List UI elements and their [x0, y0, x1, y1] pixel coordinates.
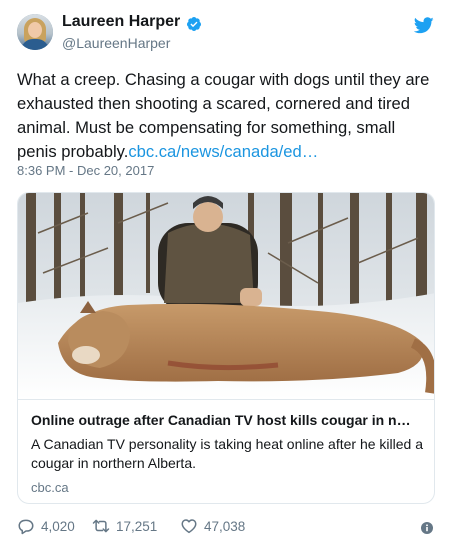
card-domain: cbc.ca — [31, 480, 69, 495]
heart-icon — [181, 519, 197, 534]
retweet-count: 17,251 — [116, 518, 158, 534]
card-body: Online outrage after Canadian TV host ki… — [18, 399, 434, 503]
tweet-embed: Laureen Harper @LaureenHarper What a cre… — [0, 0, 452, 551]
card-title[interactable]: Online outrage after Canadian TV host ki… — [31, 412, 426, 428]
link-card[interactable]: Online outrage after Canadian TV host ki… — [17, 192, 435, 504]
verified-badge-icon — [186, 17, 201, 31]
reply-count: 4,020 — [41, 518, 75, 534]
author-display-name[interactable]: Laureen Harper — [62, 13, 180, 31]
tweet-text: What a creep. Chasing a cougar with dogs… — [17, 68, 437, 164]
info-icon[interactable] — [421, 522, 433, 534]
card-image — [18, 193, 434, 399]
retweet-icon — [92, 519, 110, 533]
like-button[interactable]: 47,038 — [180, 516, 245, 536]
twitter-bird-icon[interactable] — [414, 17, 434, 34]
reply-button[interactable]: 4,020 — [17, 516, 75, 536]
tweet-actions: 4,020 17,251 47,038 — [17, 516, 437, 536]
tweet-timestamp[interactable]: 8:36 PM - Dec 20, 2017 — [17, 163, 154, 178]
tweet-link[interactable]: cbc.ca/news/canada/ed… — [128, 142, 318, 161]
reply-icon — [18, 519, 34, 535]
card-description: A Canadian TV personality is taking heat… — [31, 436, 423, 471]
author-handle[interactable]: @LaureenHarper — [62, 35, 170, 51]
like-count: 47,038 — [204, 518, 246, 534]
retweet-button[interactable]: 17,251 — [92, 516, 157, 536]
avatar[interactable] — [17, 14, 53, 50]
